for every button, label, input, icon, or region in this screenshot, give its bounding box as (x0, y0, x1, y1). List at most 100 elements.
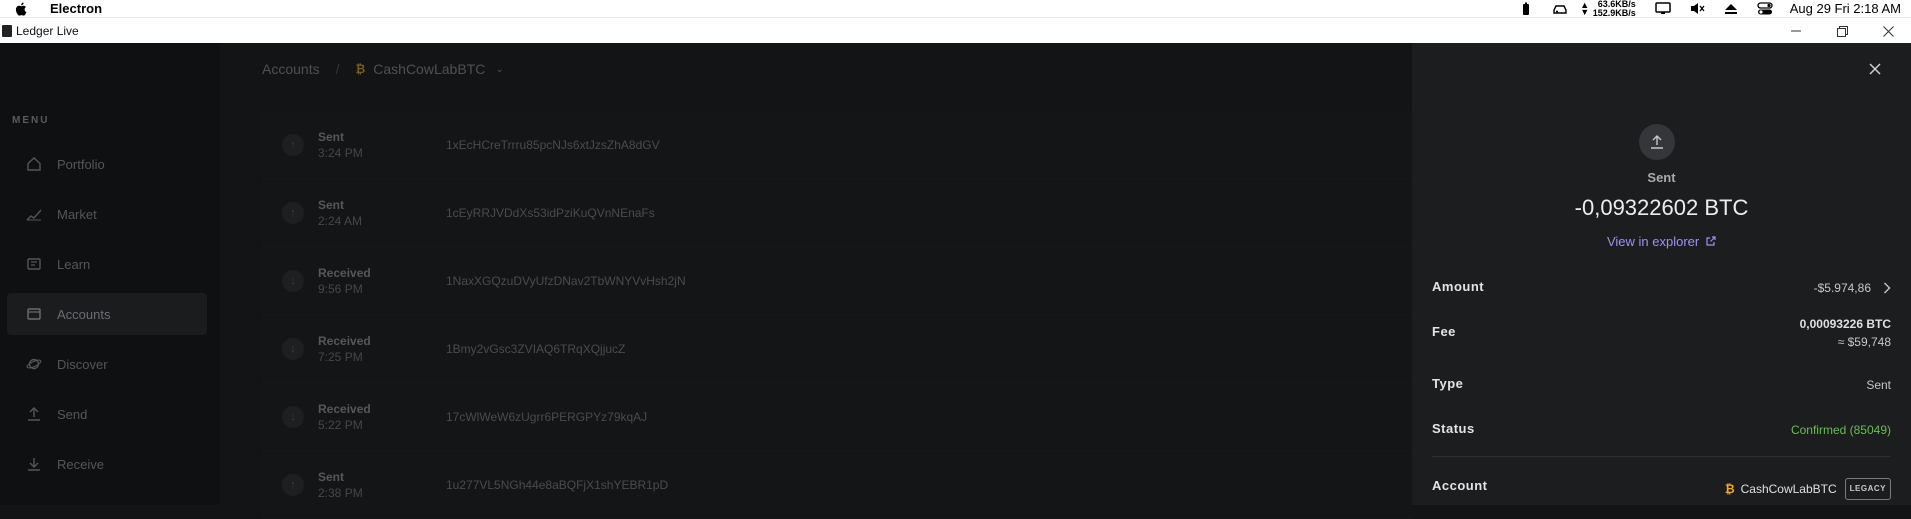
fee-fiat-value: ≈ $59,748 (1837, 335, 1891, 349)
download-arrow-icon (25, 455, 43, 473)
operation-row[interactable]: ↑ Sent 2:38 PM 1u277VL5NGh44e8aBQFjX1shY… (262, 451, 1412, 519)
sidebar-item-label: Market (57, 206, 97, 222)
operation-type: Received (318, 265, 371, 280)
close-window-button[interactable] (1865, 18, 1911, 44)
received-arrow-icon: ↓ (282, 269, 304, 292)
breadcrumb-account[interactable]: CashCowLabBTC (373, 61, 485, 77)
active-app-name[interactable]: Electron (50, 1, 102, 16)
market-chart-icon (25, 205, 43, 223)
chevron-right-icon[interactable] (1883, 282, 1891, 294)
bitcoin-icon: ₿ (1724, 482, 1735, 496)
explorer-link-label: View in explorer (1606, 234, 1700, 249)
restore-button[interactable] (1819, 18, 1865, 44)
received-arrow-icon: ↓ (282, 337, 304, 360)
operation-address: 1u277VL5NGh44e8aBQFjX1shYEBR1pD (446, 477, 669, 492)
amount-label: Amount (1432, 279, 1485, 294)
operation-time: 7:25 PM (318, 349, 363, 364)
sidebar-item-receive[interactable]: Receive (7, 443, 207, 485)
sidebar-item-discover[interactable]: Discover (7, 343, 207, 385)
operation-row[interactable]: ↑ Sent 2:24 AM 1cEyRRJVDdXs53idPziKuQVnN… (262, 179, 1412, 247)
sidebar-item-label: Receive (57, 456, 104, 472)
menu-title: MENU (12, 115, 50, 126)
drawer-divider (1432, 456, 1891, 457)
sidebar-item-learn[interactable]: Learn (7, 243, 207, 285)
operation-address: 1cEyRRJVDdXs53idPziKuQVnNEnaFs (446, 205, 655, 220)
operation-time: 2:24 AM (318, 213, 363, 228)
operation-time: 3:24 PM (318, 145, 363, 160)
network-arrows-icon: ▲ ▼ (1580, 0, 1590, 17)
operation-label: Sent 2:24 AM (318, 197, 446, 229)
system-menubar: Electron ▲ ▼ 63.6KB/s 152.9KB/s Aug 29 Fr… (0, 0, 1911, 17)
account-name: CashCowLabBTC (1740, 482, 1837, 496)
apple-menu-icon[interactable] (14, 0, 28, 17)
sidebar-item-label: Accounts (57, 306, 111, 322)
ledger-live-app: MENU Portfolio Market Learn Accounts Dis… (0, 43, 1911, 519)
status-area: ▲ ▼ 63.6KB/s 152.9KB/s Aug 29 Fri 2:18 AM (1509, 0, 1911, 17)
amount-value-container: -$5.974,86 (1814, 279, 1891, 297)
cloud-drive-icon[interactable] (1551, 2, 1569, 16)
operation-type: Received (318, 333, 371, 348)
status-label: Status (1432, 421, 1475, 436)
main-content: Accounts / ₿ CashCowLabBTC ⌄ ↑ Sent 3:24… (220, 43, 1412, 519)
menubar-clock[interactable]: Aug 29 Fri 2:18 AM (1790, 1, 1901, 16)
operation-label: Sent 2:38 PM (318, 469, 446, 501)
operation-time: 5:22 PM (318, 417, 363, 432)
account-value-container: ₿ CashCowLabBTC LEGACY (1725, 478, 1891, 500)
operation-label: Received 7:25 PM (318, 333, 446, 365)
account-field[interactable]: Account ₿ CashCowLabBTC LEGACY (1432, 478, 1891, 500)
operation-amount: -0,09322602 BTC (1574, 195, 1749, 220)
eject-icon[interactable] (1722, 2, 1740, 16)
minimize-button[interactable] (1773, 18, 1819, 44)
sidebar-item-accounts[interactable]: Accounts (7, 293, 207, 335)
bitcoin-icon: ₿ (355, 62, 366, 76)
account-label: Account (1432, 478, 1488, 493)
sidebar-item-send[interactable]: Send (7, 393, 207, 435)
app-window-icon (2, 24, 12, 37)
operation-row[interactable]: ↓ Received 7:25 PM 1Bmy2vGsc3ZVIAQ6TRqXQ… (262, 315, 1412, 383)
sidebar-item-market[interactable]: Market (7, 193, 207, 235)
sidebar: MENU Portfolio Market Learn Accounts Dis… (0, 43, 220, 505)
operation-address: 1NaxXGQzuDVyUfzDNav2TbWNYVvHsh2jN (446, 273, 686, 288)
operation-address: 1xEcHCreTrrru85pcNJs6xtJzsZhA8dGV (446, 137, 660, 152)
operation-kind: Sent (1647, 170, 1676, 185)
chevron-down-icon[interactable]: ⌄ (495, 64, 503, 75)
sent-arrow-icon: ↑ (282, 133, 304, 156)
battery-icon[interactable] (1517, 2, 1535, 16)
close-drawer-button[interactable] (1865, 59, 1885, 79)
window-title: Ledger Live (16, 23, 79, 38)
status-field: Status Confirmed (85049) (1432, 421, 1891, 439)
display-icon[interactable] (1654, 2, 1672, 16)
operation-row[interactable]: ↓ Received 5:22 PM 17cWlWeW6zUgrr6PERGPY… (262, 383, 1412, 451)
sidebar-item-portfolio[interactable]: Portfolio (7, 143, 207, 185)
operation-label: Received 5:22 PM (318, 401, 446, 433)
operations-list: ↑ Sent 3:24 PM 1xEcHCreTrrru85pcNJs6xtJz… (262, 111, 1412, 519)
home-icon (25, 155, 43, 173)
operation-type: Received (318, 401, 371, 416)
operation-row[interactable]: ↓ Received 9:56 PM 1NaxXGQzuDVyUfzDNav2T… (262, 247, 1412, 315)
external-link-icon (1703, 236, 1716, 249)
received-arrow-icon: ↓ (282, 405, 304, 428)
operation-row[interactable]: ↑ Sent 3:24 PM 1xEcHCreTrrru85pcNJs6xtJz… (262, 111, 1412, 179)
sent-arrow-icon: ↑ (282, 201, 304, 224)
sidebar-nav: Portfolio Market Learn Accounts Discover… (7, 143, 207, 493)
window-titlebar: Ledger Live (0, 17, 1911, 43)
learn-icon (25, 255, 43, 273)
operation-address: 17cWlWeW6zUgrr6PERGPYz79kqAJ (446, 409, 648, 424)
sidebar-item-label: Portfolio (57, 156, 105, 172)
operation-time: 9:56 PM (318, 281, 363, 296)
fee-btc-value: 0,00093226 BTC (1799, 317, 1891, 331)
amount-fiat-value: -$5.974,86 (1813, 281, 1871, 295)
operation-label: Sent 3:24 PM (318, 129, 446, 161)
legacy-badge: LEGACY (1844, 478, 1891, 500)
control-center-icon[interactable] (1756, 2, 1774, 16)
type-field: Type Sent (1432, 376, 1891, 394)
breadcrumb: Accounts / ₿ CashCowLabBTC ⌄ (262, 61, 504, 77)
window-controls (1773, 18, 1911, 44)
operation-type: Sent (318, 197, 345, 212)
operation-address: 1Bmy2vGsc3ZVIAQ6TRqXQjjucZ (446, 341, 626, 356)
view-in-explorer-link[interactable]: View in explorer (1412, 234, 1911, 249)
breadcrumb-accounts[interactable]: Accounts (262, 61, 320, 77)
mute-icon[interactable] (1688, 2, 1706, 16)
amount-field[interactable]: Amount -$5.974,86 (1432, 279, 1891, 297)
sent-arrow-icon: ↑ (282, 473, 304, 496)
